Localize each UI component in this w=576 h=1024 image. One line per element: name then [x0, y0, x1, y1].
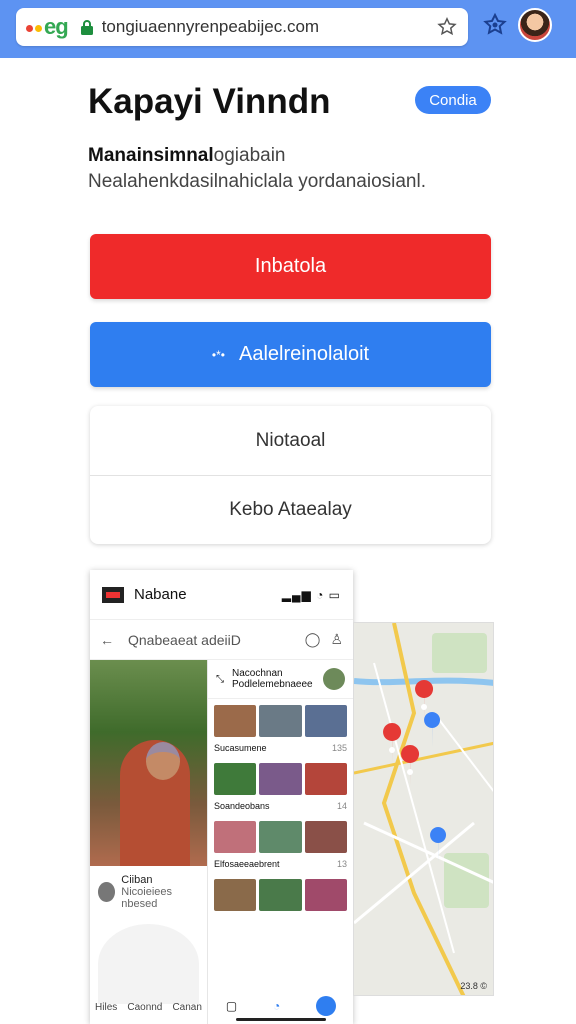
thumb [259, 879, 302, 911]
phone-user-text: Ciiban Nicoieiees nbesed [121, 874, 199, 910]
phone-preview: Nabane ▂▄▆ ◔ ▭ ← Qnabeaeat adeiiD ◯ ♙ Ci… [90, 570, 353, 1024]
person-icon[interactable]: ♙ [330, 631, 343, 648]
red-button-label: Inbatola [254, 255, 327, 277]
phone-feed-pane: ⤡ Nacochnan Podlelemebnaeee Sucasumene 13… [207, 660, 353, 1024]
feed-arrow-icon[interactable]: ⤡ [216, 674, 224, 685]
list-item-option-2[interactable]: Kebo Ataealay [90, 475, 491, 544]
nav-bell-icon[interactable]: ◔ [273, 999, 280, 1013]
blue-button-label: Aalelreinolaloit [239, 343, 370, 365]
feed-thumbs [214, 821, 347, 853]
url-text[interactable]: tongiuaennyr​enpeabijec.com [102, 17, 436, 37]
phone-user-name: Ciiban [121, 874, 153, 886]
logo-dot-yellow [35, 24, 42, 32]
thumb [214, 763, 257, 795]
thumb [304, 821, 347, 853]
thumb [304, 879, 347, 911]
thumb [214, 879, 257, 911]
thumb [304, 705, 347, 737]
phone-left-nav: Hiles Caonnd Canan [90, 990, 207, 1024]
phone-user-sub: Nicoieiees nbesed [121, 886, 173, 910]
phone-app-name: Nabane [134, 586, 187, 603]
feed-label: Soandeobans 14 [214, 801, 347, 811]
list-item-option-1[interactable]: Niotaoal [90, 406, 491, 475]
thumb [259, 763, 302, 795]
pill-button[interactable]: Condia [415, 86, 491, 114]
compose-fab[interactable] [316, 996, 337, 1016]
feed-row[interactable] [208, 873, 353, 915]
primary-red-button[interactable]: Inbatola [90, 234, 491, 299]
back-arrow-icon[interactable]: ← [100, 632, 114, 648]
feed-avatar[interactable] [323, 668, 345, 690]
thumb [259, 821, 302, 853]
feed-row[interactable]: Elfosaeeaebrent 13 [208, 815, 353, 873]
home-indicator [236, 1018, 326, 1021]
profile-avatar[interactable] [518, 8, 552, 42]
phone-status-bar: Nabane ▂▄▆ ◔ ▭ [90, 570, 353, 620]
user-avatar [98, 882, 116, 902]
map-graphic [354, 623, 493, 995]
feed-row-label: Sucasumene [214, 743, 267, 753]
map-road-major [354, 741, 493, 775]
feed-row[interactable]: Soandeobans 14 [208, 757, 353, 815]
nav-home[interactable]: Hiles [95, 1002, 117, 1013]
feed-row[interactable]: Sucasumene 135 [208, 699, 353, 757]
feed-thumbs [214, 879, 347, 911]
flag-icon [102, 586, 124, 603]
phone-search-bar[interactable]: ← Qnabeaeat adeiiD ◯ ♙ [90, 620, 353, 660]
feed-label: Elfosaeeaebrent 13 [214, 859, 347, 869]
feed-header: ⤡ Nacochnan Podlelemebnaeee [208, 660, 353, 699]
feed-thumbs [214, 705, 347, 737]
map-panel[interactable]: 23.8 © [353, 622, 494, 996]
feed-row-count: 14 [336, 801, 347, 811]
primary-blue-button[interactable]: •*• Aalelreinolaloit [90, 322, 491, 387]
description-bold: Manainsimnal [88, 145, 214, 166]
map-pin-red[interactable] [401, 745, 420, 786]
phone-left-pane: Ciiban Nicoieiees nbesed Hiles Caonnd Can… [90, 660, 207, 1024]
feed-header-text: Nacochnan Podlelemebnaeee [232, 668, 313, 690]
feed-label: Sucasumene 135 [214, 743, 347, 753]
thumb [259, 705, 302, 737]
chat-icon[interactable]: ◯ [305, 631, 321, 648]
nav-third[interactable]: Canan [172, 1002, 201, 1013]
phone-search-query: Qnabeaeat adeiiD [128, 631, 241, 648]
thumb [214, 821, 257, 853]
logo-dot-red [26, 24, 33, 32]
signal-icon: ▂▄▆ ◔ ▭ [281, 587, 341, 602]
map-park [432, 633, 487, 673]
map-pin-blue[interactable] [424, 712, 441, 748]
feed-row-count: 13 [336, 859, 347, 869]
nav-second[interactable]: Caonnd [127, 1002, 162, 1013]
feed-row-label: Soandeobans [214, 801, 270, 811]
nav-chat-icon[interactable]: ▢ [226, 999, 237, 1013]
extension-icon[interactable] [482, 12, 508, 38]
thumb [214, 705, 257, 737]
logo-text: eg [44, 14, 69, 39]
address-bar[interactable]: eg tongiuaennyr​enpeabijec.com [16, 8, 468, 46]
person-photo [90, 660, 207, 866]
lock-icon [80, 20, 93, 35]
feed-row-count: 135 [331, 743, 347, 753]
page-description: Manainsimnalogiabain Nealahenkdasilnahic… [88, 143, 492, 195]
option-list: Niotaoal Kebo Ataealay [90, 406, 491, 544]
sparkle-icon: •*• [211, 347, 225, 362]
feed-thumbs [214, 763, 347, 795]
photo-person-head [146, 742, 180, 780]
map-credit: 23.8 © [460, 981, 487, 991]
page-title: Kapayi Vinndn [88, 82, 331, 121]
bookmark-star-icon[interactable] [436, 16, 458, 38]
phone-user-row[interactable]: Ciiban Nicoieiees nbesed [90, 866, 207, 918]
thumb [304, 763, 347, 795]
feed-row-label: Elfosaeeaebrent [214, 859, 280, 869]
browser-logo: eg [26, 14, 69, 40]
browser-toolbar: eg tongiuaennyr​enpeabijec.com [0, 0, 576, 58]
